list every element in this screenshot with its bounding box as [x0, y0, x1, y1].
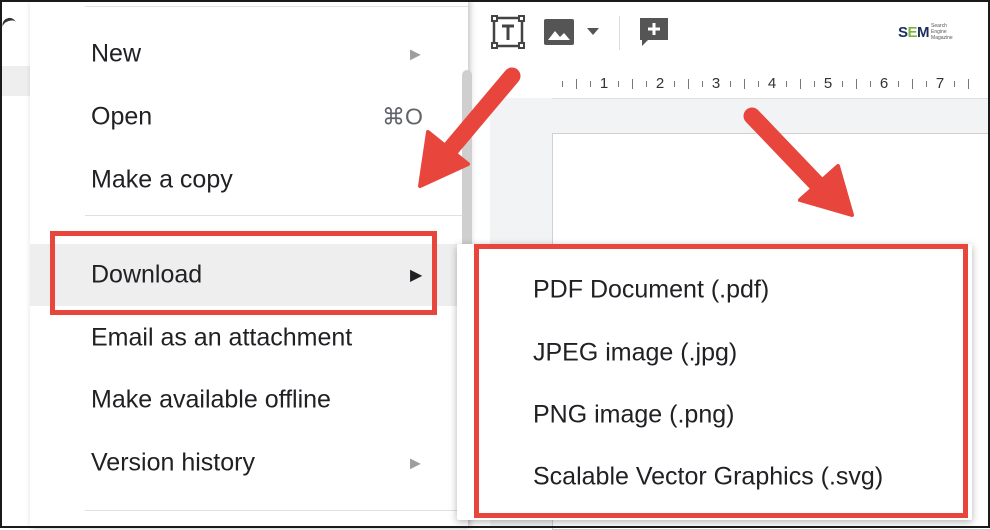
submenu-item-label: Scalable Vector Graphics (.svg): [533, 462, 884, 491]
ruler-tick: [744, 79, 745, 89]
menu-divider: [85, 6, 468, 7]
app-left-edge: [0, 0, 30, 528]
ruler-tick: [702, 81, 703, 87]
ruler-tick: [758, 81, 759, 87]
ruler-tick: [590, 81, 591, 87]
submenu-arrow-icon: ▶: [410, 454, 421, 471]
ruler-tick: [800, 79, 801, 89]
editor-toolbar: SEM Search Engine Magazine: [480, 0, 990, 66]
download-submenu: PDF Document (.pdf) JPEG image (.jpg) PN…: [457, 244, 972, 520]
submenu-item-pdf[interactable]: PDF Document (.pdf): [457, 259, 972, 321]
ruler-tick: [954, 81, 955, 87]
menu-scrollbar[interactable]: [462, 70, 472, 260]
toolbar-fragment-icon: [0, 15, 18, 32]
menu-divider: [85, 215, 468, 216]
ruler-number: 7: [935, 75, 945, 92]
ruler-number: 2: [655, 75, 665, 92]
ruler-tick: [786, 81, 787, 87]
ruler-number: 4: [767, 75, 777, 92]
menu-item-label: Email as an attachment: [91, 323, 353, 352]
toolbar-fragment: [0, 66, 30, 96]
ruler-tick: [898, 81, 899, 87]
submenu-arrow-icon: ▶: [410, 267, 423, 284]
ruler-tick: [842, 81, 843, 87]
ruler-tick: [870, 81, 871, 87]
toolbar-divider: [619, 16, 620, 50]
ruler-tick: [926, 81, 927, 87]
menu-item-make-a-copy[interactable]: Make a copy: [30, 152, 468, 208]
ruler-tick: [646, 81, 647, 87]
dropdown-caret-icon[interactable]: [584, 14, 602, 50]
ruler-tick: [968, 79, 969, 89]
menu-item-make-available-offline[interactable]: Make available offline: [30, 372, 468, 428]
ruler-number: 1: [599, 75, 609, 92]
menu-item-shortcut: ⌘O: [382, 103, 423, 130]
watermark-logo: SEM Search Engine Magazine: [898, 21, 957, 43]
menu-item-label: Open: [91, 102, 153, 131]
submenu-item-jpeg[interactable]: JPEG image (.jpg): [457, 322, 972, 384]
ruler-tick: [912, 79, 913, 89]
submenu-item-label: PDF Document (.pdf): [533, 275, 770, 304]
ruler-number: 6: [879, 75, 889, 92]
submenu-arrow-icon: ▶: [410, 45, 421, 62]
menu-item-new[interactable]: New ▶: [30, 26, 468, 82]
ruler-tick: [730, 81, 731, 87]
watermark-brand: SEM: [898, 23, 930, 41]
horizontal-ruler: 1 2 3 4 5 6 7: [552, 70, 990, 99]
text-box-icon[interactable]: [488, 14, 528, 50]
ruler-tick: [576, 79, 577, 89]
menu-item-label: Download: [91, 260, 203, 289]
submenu-item-label: PNG image (.png): [533, 400, 735, 429]
ruler-tick: [674, 81, 675, 87]
ruler-tick: [814, 81, 815, 87]
submenu-item-svg[interactable]: Scalable Vector Graphics (.svg): [457, 446, 972, 508]
ruler-tick: [688, 79, 689, 89]
menu-item-label: Make a copy: [91, 165, 233, 194]
ruler-tick: [562, 81, 563, 87]
menu-item-label: New: [91, 39, 142, 68]
menu-item-email-attachment[interactable]: Email as an attachment: [30, 310, 468, 366]
menu-item-download[interactable]: Download ▶: [30, 244, 468, 306]
menu-item-open[interactable]: Open ⌘O: [30, 89, 468, 145]
ruler-tick: [856, 79, 857, 89]
add-comment-icon[interactable]: [636, 14, 672, 50]
menu-item-version-history[interactable]: Version history ▶: [30, 435, 468, 491]
menu-divider: [85, 510, 468, 511]
submenu-item-png[interactable]: PNG image (.png): [457, 384, 972, 446]
ruler-tick: [618, 81, 619, 87]
file-menu: New ▶ Open ⌘O Make a copy Download ▶ Ema…: [30, 0, 468, 528]
ruler-number: 3: [711, 75, 721, 92]
ruler-tick: [632, 79, 633, 89]
watermark-tagline: Search Engine Magazine: [931, 23, 953, 41]
ruler-number: 5: [823, 75, 833, 92]
submenu-item-label: JPEG image (.jpg): [533, 338, 738, 367]
image-icon[interactable]: [542, 14, 576, 50]
menu-item-label: Make available offline: [91, 385, 331, 414]
menu-item-label: Version history: [91, 448, 255, 477]
